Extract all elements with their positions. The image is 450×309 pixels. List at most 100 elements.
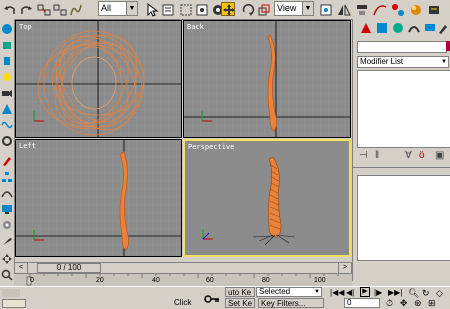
- align-icon[interactable]: [354, 2, 368, 16]
- status-prompt-box: [2, 299, 26, 308]
- viewport-back[interactable]: Back: [183, 20, 351, 138]
- chevron-down-icon: ▼: [314, 289, 320, 295]
- track-bar-ticks: [26, 274, 339, 286]
- systems-icon[interactable]: [1, 135, 13, 147]
- perspective-scene: [185, 141, 349, 255]
- bind-space-warp-icon[interactable]: [68, 2, 82, 16]
- selection-set-dropdown[interactable]: Selected ▼: [256, 287, 322, 297]
- hierarchy-tab-icon[interactable]: [391, 21, 405, 37]
- helper-icon[interactable]: [1, 103, 13, 115]
- viewport-top[interactable]: Top: [15, 20, 182, 138]
- mirror-icon[interactable]: [336, 2, 351, 16]
- zoom-icon[interactable]: [1, 269, 13, 281]
- wrench-icon[interactable]: [1, 235, 13, 247]
- next-frame-icon[interactable]: |▶: [374, 288, 382, 297]
- motion-icon[interactable]: [1, 187, 13, 199]
- chevron-right-icon[interactable]: >: [338, 263, 351, 273]
- utilities-tab-icon[interactable]: [437, 21, 449, 37]
- material-editor-icon[interactable]: [408, 2, 422, 16]
- viewport-label-left[interactable]: Left: [19, 142, 36, 150]
- sphere-icon[interactable]: [1, 23, 13, 35]
- top-grid: [16, 21, 181, 137]
- use-pivot-center-icon[interactable]: [318, 2, 332, 16]
- go-to-start-icon[interactable]: |◀◀: [330, 288, 344, 297]
- camera-icon[interactable]: [1, 87, 13, 99]
- pin-stack-icon[interactable]: ⊣: [359, 150, 368, 161]
- frame-readout: 0 / 100: [56, 263, 82, 272]
- pan-view-icon[interactable]: ✥: [400, 298, 408, 309]
- undo-icon[interactable]: [2, 2, 16, 16]
- viewport-perspective[interactable]: Perspective: [183, 139, 351, 257]
- current-frame-field[interactable]: 0: [344, 298, 380, 308]
- select-by-name-icon[interactable]: [160, 2, 174, 16]
- render-scene-icon[interactable]: [426, 2, 440, 16]
- chevron-down-icon: ▼: [441, 59, 447, 65]
- reference-coordinate-dropdown[interactable]: View ▼: [274, 1, 314, 16]
- time-slider-thumb[interactable]: 0 / 100: [37, 263, 101, 273]
- pan-icon[interactable]: [1, 253, 13, 265]
- modifier-list-dropdown[interactable]: Modifier List ▼: [357, 56, 449, 68]
- object-color-swatch[interactable]: [446, 41, 450, 51]
- viewport-left[interactable]: Left: [15, 139, 182, 257]
- back-grid: [184, 21, 350, 137]
- status-prompt: Click: [174, 298, 192, 307]
- chevron-left-icon[interactable]: <: [15, 263, 28, 273]
- space-warp-icon[interactable]: [1, 119, 13, 131]
- redo-icon[interactable]: [18, 2, 32, 16]
- command-panel: Modifier List ▼ ⊣ ‖ ∀ ö ▣: [352, 19, 450, 281]
- create-tab-icon[interactable]: [359, 21, 373, 37]
- viewport-label-top[interactable]: Top: [19, 23, 32, 31]
- object-name-field[interactable]: [357, 41, 447, 53]
- display-tab-icon[interactable]: [423, 21, 437, 37]
- window-crossing-icon[interactable]: [194, 2, 208, 16]
- unlink-icon[interactable]: [52, 2, 67, 16]
- max-script-mini-listener[interactable]: [2, 289, 20, 297]
- motion-tab-icon[interactable]: [407, 21, 421, 37]
- selection-filter-dropdown[interactable]: All ▼: [98, 1, 138, 16]
- modify-tab-icon[interactable]: [375, 21, 389, 37]
- rotate-icon[interactable]: [240, 2, 255, 16]
- field-of-view-icon[interactable]: ◇: [436, 288, 443, 299]
- time-slider[interactable]: < 0 / 100 >: [14, 262, 352, 274]
- utilities-icon[interactable]: [1, 219, 13, 231]
- track-tick-label: 20: [96, 277, 104, 284]
- configure-sets-icon[interactable]: ▣: [435, 150, 444, 161]
- light-icon[interactable]: [1, 71, 13, 83]
- maximize-viewport-icon[interactable]: ⊞: [428, 298, 436, 309]
- select-object-icon[interactable]: [144, 2, 159, 17]
- display-icon[interactable]: [1, 203, 13, 215]
- viewport-label-perspective[interactable]: Perspective: [188, 143, 234, 151]
- hierarchy-icon[interactable]: [1, 171, 13, 183]
- play-icon[interactable]: ▶: [360, 287, 370, 297]
- scale-icon[interactable]: [256, 2, 270, 16]
- cylinder-icon[interactable]: [1, 55, 13, 67]
- chevron-down-icon: ▼: [126, 2, 137, 15]
- key-filters-label: Key Filters...: [261, 299, 306, 308]
- move-icon[interactable]: [221, 2, 235, 16]
- curve-editor-icon[interactable]: [372, 2, 387, 16]
- key-icon[interactable]: [204, 291, 220, 307]
- track-tick-label: 40: [152, 277, 160, 284]
- viewport-label-back[interactable]: Back: [187, 23, 204, 31]
- schematic-view-icon[interactable]: [390, 2, 404, 16]
- auto-key-button[interactable]: uto Ke: [225, 287, 255, 297]
- modify-icon[interactable]: [1, 155, 13, 167]
- arc-rotate-icon[interactable]: ⊛: [414, 298, 422, 309]
- previous-frame-icon[interactable]: ◀|: [346, 288, 354, 297]
- box-icon[interactable]: [1, 39, 13, 51]
- track-bar[interactable]: 0 20 40 60 80 100: [14, 274, 352, 286]
- set-key-button[interactable]: Set Ke: [225, 298, 255, 308]
- remove-modifier-icon[interactable]: ö: [419, 150, 425, 161]
- show-end-result-icon[interactable]: ‖: [375, 150, 379, 161]
- current-frame-value: 0: [347, 298, 352, 307]
- go-to-end-icon[interactable]: ▶▶|: [388, 288, 402, 297]
- key-filters-button[interactable]: Key Filters...: [258, 298, 324, 308]
- make-unique-icon[interactable]: ∀: [405, 150, 412, 161]
- rollout-area[interactable]: [357, 175, 450, 261]
- region-select-icon[interactable]: [178, 2, 192, 16]
- time-config-icon[interactable]: ⏱: [386, 298, 393, 309]
- main-toolbar: All ▼ View ▼: [0, 0, 450, 20]
- left-grid: [16, 140, 181, 256]
- select-and-link-icon[interactable]: [36, 2, 51, 16]
- modifier-stack[interactable]: [357, 70, 450, 148]
